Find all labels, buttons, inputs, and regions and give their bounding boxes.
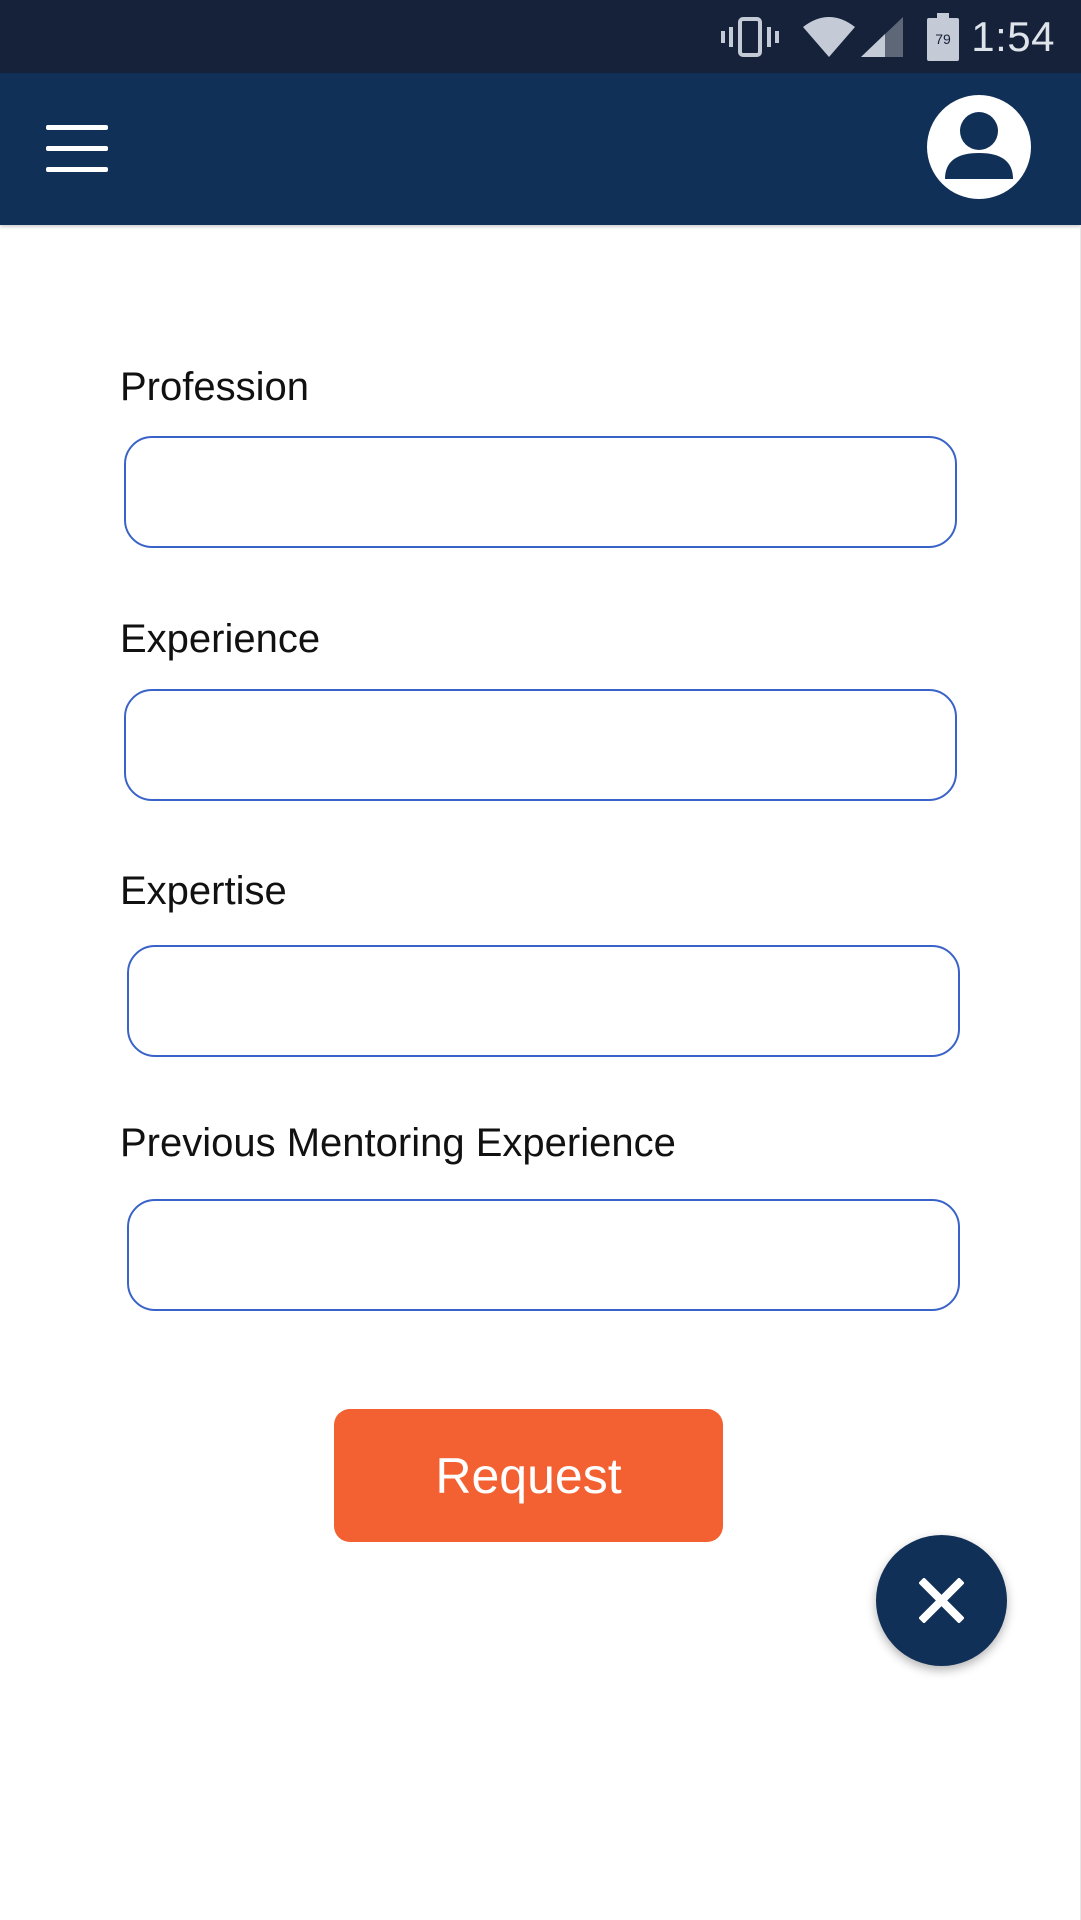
profession-label: Profession bbox=[120, 365, 309, 409]
close-icon bbox=[919, 1578, 964, 1623]
experience-label: Experience bbox=[120, 617, 321, 661]
app-bar bbox=[0, 73, 1081, 225]
status-icons: 79 1:54 bbox=[721, 0, 1081, 73]
user-avatar-icon[interactable] bbox=[927, 95, 1031, 199]
close-button[interactable] bbox=[876, 1535, 1007, 1666]
expertise-input[interactable] bbox=[127, 945, 960, 1057]
experience-input[interactable] bbox=[124, 689, 957, 801]
expertise-label: Expertise bbox=[120, 869, 287, 913]
menu-line bbox=[46, 167, 108, 172]
previous-mentoring-experience-input[interactable] bbox=[127, 1199, 960, 1311]
svg-text:79: 79 bbox=[935, 31, 951, 47]
hamburger-menu-icon[interactable] bbox=[38, 117, 116, 179]
wifi-icon bbox=[801, 15, 857, 59]
status-bar: 79 1:54 bbox=[0, 0, 1081, 73]
vibrate-icon bbox=[721, 15, 780, 59]
previous-mentoring-experience-label: Previous Mentoring Experience bbox=[120, 1121, 676, 1165]
cell-signal-icon bbox=[859, 15, 905, 59]
menu-line bbox=[46, 146, 108, 151]
request-button[interactable]: Request bbox=[334, 1409, 723, 1542]
status-time: 1:54 bbox=[971, 12, 1055, 60]
menu-line bbox=[46, 125, 108, 130]
battery-icon: 79 bbox=[927, 12, 960, 61]
profession-input[interactable] bbox=[124, 436, 957, 548]
